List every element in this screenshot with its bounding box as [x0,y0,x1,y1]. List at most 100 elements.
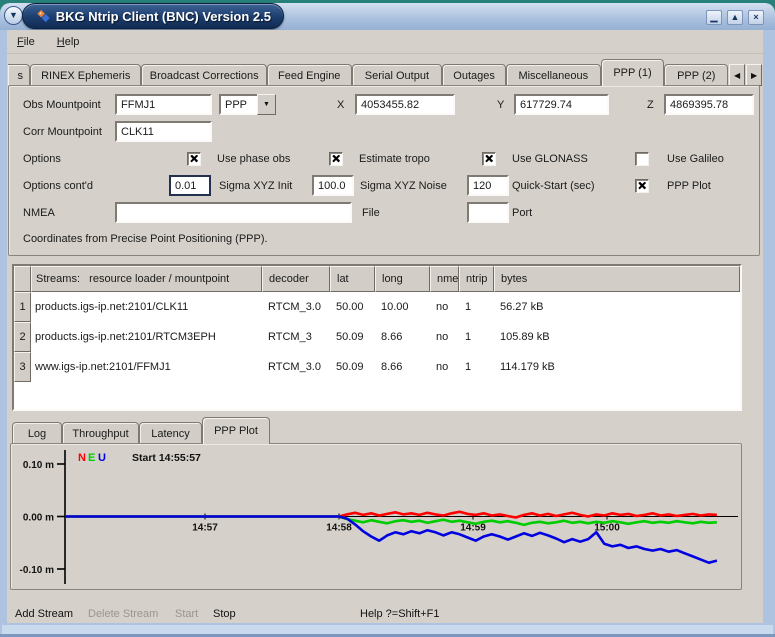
arrow-right-icon: ▶ [751,71,757,80]
tab-ppp-2[interactable]: PPP (2) [664,64,728,86]
svg-text:N: N [78,452,86,464]
ppp-plot-panel: 0.10 m0.00 m-0.10 m14:5714:5814:5915:00N… [10,443,742,590]
ppp-plot-chart: 0.10 m0.00 m-0.10 m14:5714:5814:5915:00N… [11,444,741,589]
tab-rinex-observations-partial[interactable]: s [8,64,30,86]
use-galileo-checkbox[interactable] [635,152,649,166]
obs-mountpoint-label: Obs Mountpoint [23,94,101,116]
obs-mountpoint-field[interactable]: FFMJ1 [115,94,212,115]
svg-text:14:57: 14:57 [192,523,218,534]
statusbar [2,625,773,634]
window-menu-button[interactable]: ▼ [4,6,23,25]
x-coordinate-field[interactable]: 4053455.82 [355,94,455,115]
ppp-plot-label: PPP Plot [667,175,711,197]
tab-ppp-plot[interactable]: PPP Plot [202,417,270,444]
chevron-down-icon: ▼ [257,94,276,115]
bnc-app-icon [35,9,50,24]
minimize-button[interactable]: ▁ [706,10,722,25]
minimize-icon: ▁ [711,13,718,22]
svg-text:0.00 m: 0.00 m [23,513,54,524]
tab-serial-output[interactable]: Serial Output [352,64,443,86]
y-coordinate-field[interactable]: 617729.74 [514,94,609,115]
corr-mountpoint-label: Corr Mountpoint [23,121,102,143]
help-shortcut-label: Help ?=Shift+F1 [360,604,440,623]
table-row[interactable]: 1 products.igs-ip.net:2101/CLK11 RTCM_3.… [14,292,740,322]
z-label: Z [647,94,654,116]
use-glonass-label: Use GLONASS [512,148,588,170]
svg-text:-0.10 m: -0.10 m [20,565,55,576]
tab-ppp-1[interactable]: PPP (1) [601,59,665,86]
svg-text:14:58: 14:58 [326,523,352,534]
header-nmea[interactable]: nmea [430,266,459,292]
tab-log[interactable]: Log [12,422,62,444]
close-button[interactable]: × [748,10,764,25]
panel-description: Coordinates from Precise Point Positioni… [23,228,268,250]
window-frame: File Help s RINEX Ephemeris Broadcast Co… [0,30,775,637]
svg-text:U: U [98,452,106,464]
tab-throughput[interactable]: Throughput [62,422,139,444]
delete-stream-button[interactable]: Delete Stream [88,604,158,623]
header-decoder[interactable]: decoder [262,266,330,292]
nmea-port-field[interactable] [467,202,509,223]
streams-table-header: Streams: resource loader / mountpoint de… [14,266,740,292]
settings-tabbar: s RINEX Ephemeris Broadcast Corrections … [8,58,762,86]
ppp-plot-checkbox[interactable] [635,179,649,193]
menubar: File Help [7,30,763,54]
close-icon: × [753,13,758,22]
tab-miscellaneous[interactable]: Miscellaneous [506,64,601,86]
header-lat[interactable]: lat [330,266,375,292]
x-label: X [337,94,344,116]
tab-broadcast-corrections[interactable]: Broadcast Corrections [141,64,266,86]
table-row[interactable]: 2 products.igs-ip.net:2101/RTCM3EPH RTCM… [14,322,740,352]
tab-rinex-ephemeris[interactable]: RINEX Ephemeris [30,64,142,86]
header-long[interactable]: long [375,266,430,292]
menu-file[interactable]: File [17,36,35,48]
table-row[interactable]: 3 www.igs-ip.net:2101/FFMJ1 RTCM_3.0 50.… [14,352,740,382]
file-label: File [362,202,380,224]
use-glonass-checkbox[interactable] [482,152,496,166]
estimate-tropo-checkbox[interactable] [329,152,343,166]
row-number[interactable]: 2 [14,322,31,352]
add-stream-button[interactable]: Add Stream [15,604,73,623]
bnc-window: ▼ BKG Ntrip Client (BNC) Version 2.5 ▁ ▲… [0,0,775,637]
sigma-xyz-noise-label: Sigma XYZ Noise [360,175,447,197]
tab-scroll-right-button[interactable]: ▶ [746,64,762,86]
nmea-label: NMEA [23,202,55,224]
nmea-file-field[interactable] [115,202,352,223]
svg-text:E: E [88,452,95,464]
ppp1-panel: Obs Mountpoint FFMJ1 PPP ▼ X 4053455.82 … [8,85,760,256]
header-bytes[interactable]: bytes [494,266,740,292]
header-mountpoint[interactable]: Streams: resource loader / mountpoint [31,266,262,292]
streams-table: Streams: resource loader / mountpoint de… [12,264,742,411]
maximize-icon: ▲ [731,13,740,22]
sigma-xyz-noise-field[interactable]: 100.0 [312,175,354,196]
corner-header-cell[interactable] [14,266,31,292]
estimate-tropo-label: Estimate tropo [359,148,430,170]
window-title: BKG Ntrip Client (BNC) Version 2.5 [56,9,271,24]
svg-text:0.10 m: 0.10 m [23,460,54,471]
tab-outages[interactable]: Outages [442,64,506,86]
tab-latency[interactable]: Latency [139,422,202,444]
options-label: Options [23,148,61,170]
tab-feed-engine[interactable]: Feed Engine [267,64,352,86]
title-pill[interactable]: BKG Ntrip Client (BNC) Version 2.5 [22,3,284,29]
menu-help[interactable]: Help [57,36,80,48]
monitor-tabbar: Log Throughput Latency PPP Plot [12,416,752,444]
maximize-button[interactable]: ▲ [727,10,743,25]
z-coordinate-field[interactable]: 4869395.78 [664,94,754,115]
tab-scroll-left-button[interactable]: ◀ [729,64,745,86]
options-contd-label: Options cont'd [23,175,93,197]
header-ntrip[interactable]: ntrip [459,266,494,292]
use-phase-obs-checkbox[interactable] [187,152,201,166]
sigma-xyz-init-field[interactable]: 0.01 [169,175,211,196]
quick-start-field[interactable]: 120 [467,175,509,196]
corr-mountpoint-field[interactable]: CLK11 [115,121,212,142]
titlebar: ▼ BKG Ntrip Client (BNC) Version 2.5 ▁ ▲… [0,0,775,30]
action-bar: Add Stream Delete Stream Start Stop Help… [7,604,763,623]
start-button[interactable]: Start [175,604,198,623]
use-phase-obs-label: Use phase obs [217,148,290,170]
row-number[interactable]: 3 [14,352,31,382]
stop-button[interactable]: Stop [213,604,236,623]
ppp-mode-select[interactable]: PPP ▼ [219,94,276,115]
window-menu-arrow-icon: ▼ [9,11,18,20]
row-number[interactable]: 1 [14,292,31,322]
